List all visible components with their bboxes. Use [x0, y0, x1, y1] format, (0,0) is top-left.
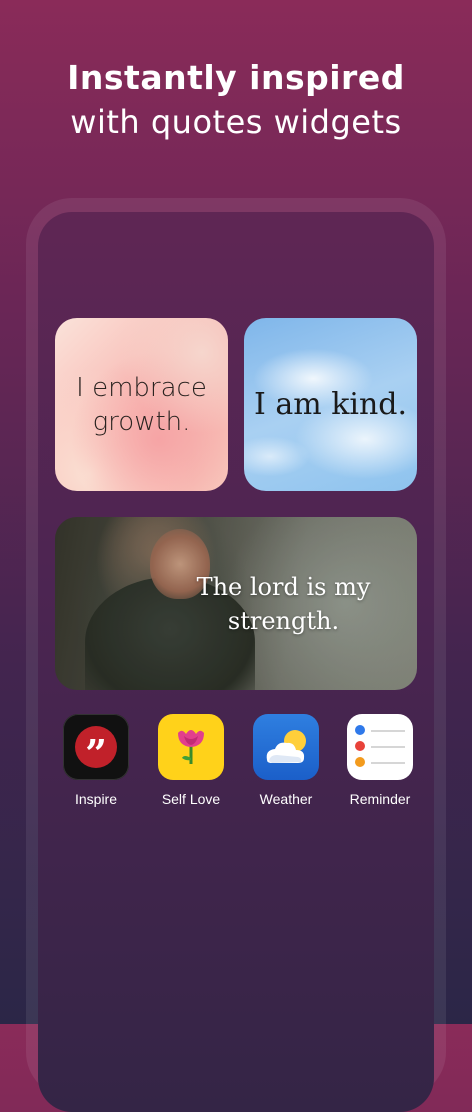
quote-icon: ”: [63, 714, 129, 780]
app-inspire[interactable]: ” Inspire: [51, 714, 141, 807]
widget-i-am-kind[interactable]: I am kind.: [244, 318, 417, 491]
widget-i-embrace-growth[interactable]: I embrace growth.: [55, 318, 228, 491]
headline: Instantly inspired with quotes widgets: [0, 56, 472, 144]
headline-line-2: with quotes widgets: [70, 103, 402, 141]
app-label: Reminder: [349, 791, 411, 807]
headline-line-1: Instantly inspired: [67, 58, 405, 97]
app-self-love[interactable]: Self Love: [146, 714, 236, 807]
app-label: Weather: [259, 791, 313, 807]
app-label: Inspire: [74, 791, 118, 807]
widget-quote-container: The lord is my strength.: [55, 517, 417, 690]
widget-quote-text: I am kind.: [253, 386, 408, 422]
app-weather[interactable]: Weather: [241, 714, 331, 807]
app-label: Self Love: [161, 791, 221, 807]
sun-cloud-icon: [253, 714, 319, 780]
checklist-icon: [347, 714, 413, 780]
widget-lord-is-my-strength[interactable]: The lord is my strength.: [55, 517, 417, 690]
widget-quote-text: I embrace growth.: [76, 372, 207, 437]
app-reminder[interactable]: Reminder: [335, 714, 425, 807]
widget-quote-text: The lord is my strength.: [196, 572, 371, 635]
flower-icon: [158, 714, 224, 780]
